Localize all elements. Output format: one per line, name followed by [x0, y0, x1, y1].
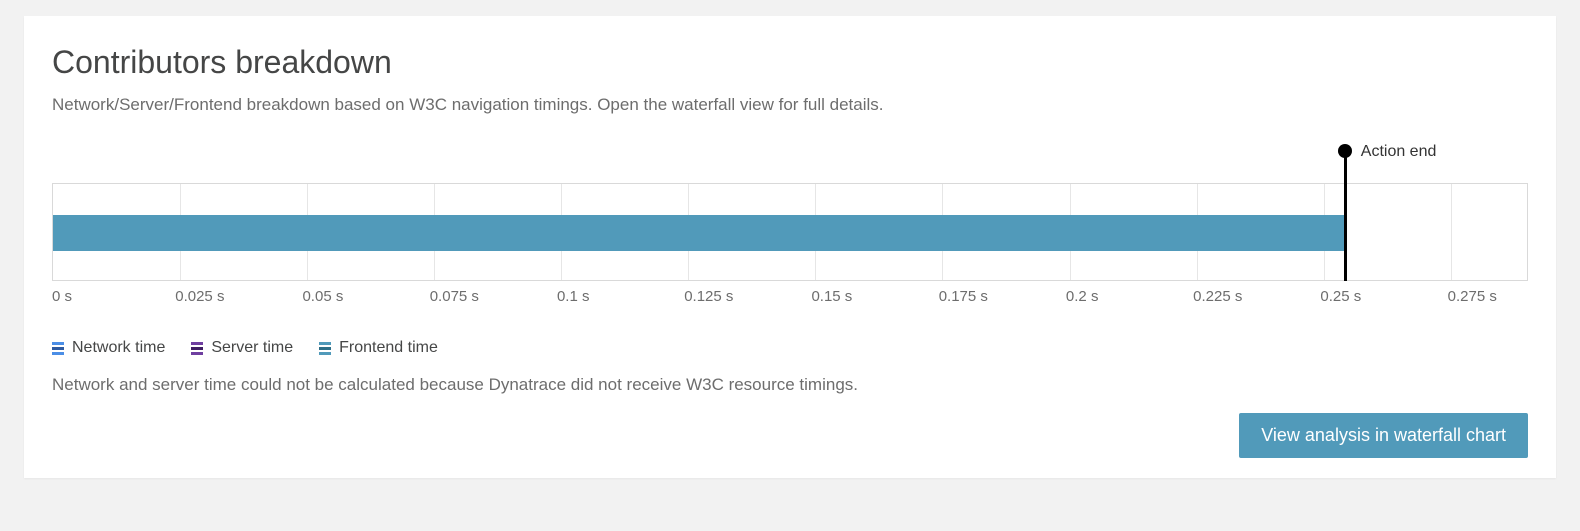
- legend-label: Server time: [211, 339, 293, 357]
- legend-item: Network time: [52, 339, 165, 357]
- chart-x-axis: 0 s 0.025 s 0.05 s 0.075 s 0.1 s 0.125 s 0.15 …: [52, 288, 1528, 312]
- legend-label: Network time: [72, 339, 165, 357]
- chart-x-tick: 0 s: [52, 288, 72, 305]
- chart-x-tick: 0.25 s: [1320, 288, 1361, 305]
- breakdown-chart: 0 s0.025 s0.05 s0.075 s0.1 s0.125 s0.15 …: [52, 143, 1528, 293]
- chart-x-tick: 0.125 s: [684, 288, 733, 305]
- chart-x-tick: 0.025 s: [175, 288, 224, 305]
- view-waterfall-button[interactable]: View analysis in waterfall chart: [1239, 413, 1528, 458]
- chart-bar-frontend-time: [53, 215, 1344, 251]
- card-title: Contributors breakdown: [52, 44, 1528, 81]
- chart-gridline: [1451, 184, 1452, 280]
- chart-plot-area: [52, 183, 1528, 281]
- legend-swatch-icon: [191, 342, 203, 355]
- chart-x-tick: 0.175 s: [939, 288, 988, 305]
- contributors-breakdown-card: Contributors breakdown Network/Server/Fr…: [24, 16, 1556, 478]
- chart-x-tick: 0.225 s: [1193, 288, 1242, 305]
- chart-marker-line: [1344, 151, 1347, 281]
- card-subtitle: Network/Server/Frontend breakdown based …: [52, 95, 1528, 115]
- legend-item: Frontend time: [319, 339, 438, 357]
- legend-swatch-icon: [52, 342, 64, 355]
- chart-x-tick: 0.075 s: [430, 288, 479, 305]
- chart-marker-dot: [1338, 144, 1352, 158]
- chart-x-tick: 0.1 s: [557, 288, 590, 305]
- chart-x-tick: 0.2 s: [1066, 288, 1099, 305]
- chart-marker-label: Action end: [1361, 143, 1437, 161]
- legend-item: Server time: [191, 339, 293, 357]
- chart-x-tick: 0.15 s: [811, 288, 852, 305]
- legend-label: Frontend time: [339, 339, 438, 357]
- chart-x-tick: 0.05 s: [302, 288, 343, 305]
- warning-note: Network and server time could not be cal…: [52, 375, 1528, 395]
- chart-x-tick: 0.275 s: [1448, 288, 1497, 305]
- chart-legend: Network time Server time Frontend time: [52, 339, 1528, 357]
- legend-swatch-icon: [319, 342, 331, 355]
